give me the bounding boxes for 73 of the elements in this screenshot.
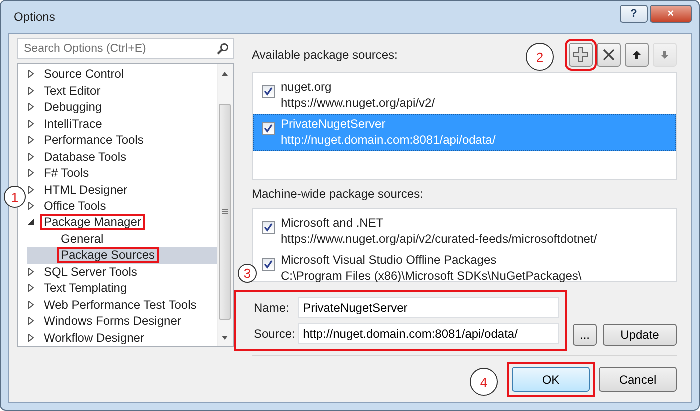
search-icon [216, 42, 229, 54]
source-url: https://www.nuget.org/api/v2/curated-feeds/microsoftdotnet/ [280, 231, 598, 247]
search-input[interactable]: Search Options (Ctrl+E) [22, 42, 202, 56]
tree-item[interactable]: Debugging [27, 98, 217, 116]
source-item[interactable]: Microsoft and .NET https://www.nuget.org/api/v2/curated-feeds/microsoftdotnet/ [252, 213, 676, 250]
source-url: C:\Program Files (x86)\Microsoft SDKs\NuGetPackages\ [280, 268, 582, 284]
grip-icon [222, 209, 228, 215]
field-label: Name: [254, 300, 290, 314]
tree-label: Office Tools [43, 198, 108, 213]
tree-label: Package Sources [58, 248, 158, 262]
tree-label: F# Tools [43, 166, 90, 180]
tree-label: Windows Forms Designer [43, 314, 182, 328]
update-button[interactable]: Update [603, 324, 677, 346]
scroll-up-icon[interactable] [221, 70, 230, 78]
tree-item[interactable]: Package Sources [27, 247, 217, 264]
tree-item[interactable]: Text Templating [27, 280, 217, 297]
tree-item[interactable]: IntelliTrace [27, 115, 217, 132]
up-arrow-icon [632, 50, 642, 60]
tree-label: Performance Tools [43, 133, 145, 148]
tree-label: Text Templating [43, 281, 128, 296]
checkbox[interactable] [262, 85, 275, 98]
tree-label: Web Performance Test Tools [43, 298, 198, 312]
source-name: Microsoft Visual Studio Offline Packages [280, 252, 498, 268]
search-field[interactable]: Search Options (Ctrl+E) [17, 38, 234, 59]
tree-label: Database Tools [43, 150, 128, 164]
checkbox[interactable] [262, 221, 275, 234]
tree-item[interactable]: HTML Designer [27, 181, 217, 198]
checkbox[interactable] [262, 258, 275, 271]
source-field[interactable]: http://nuget.domain.com:8081/api/odata/ [298, 323, 559, 344]
tree-label: General [60, 232, 105, 246]
ok-button[interactable]: OK [512, 367, 590, 392]
tree-item[interactable]: SQL Server Tools [27, 264, 217, 280]
name-field[interactable]: PrivateNugetServer [298, 297, 559, 318]
section-label: Available package sources: [252, 48, 398, 62]
tree-item[interactable]: General [27, 230, 217, 248]
tree-item[interactable]: Text Editor [27, 82, 217, 99]
scroll-down-icon[interactable] [221, 334, 230, 342]
checkbox[interactable] [262, 122, 275, 135]
source-url: http://nuget.domain.com:8081/api/odata/ [280, 132, 496, 148]
collapse-icon[interactable] [27, 218, 35, 226]
section-label: Machine-wide package sources: [252, 187, 424, 201]
source-url: https://www.nuget.org/api/v2/ [280, 95, 436, 111]
up-button[interactable] [625, 43, 649, 67]
tree-item[interactable]: Database Tools [27, 148, 217, 165]
tree-item[interactable]: Package Manager [27, 214, 217, 231]
close-icon [602, 48, 616, 62]
tree-item[interactable]: Performance Tools [27, 132, 217, 148]
source-name: nuget.org [280, 79, 333, 95]
window-title: Options [14, 10, 56, 24]
tree-label: Source Control [43, 67, 126, 82]
source-item[interactable]: nuget.org https://www.nuget.org/api/v2/ [252, 77, 676, 114]
tree-item[interactable]: Web Performance Test Tools [27, 296, 217, 314]
tree-item[interactable]: Source Control [27, 66, 217, 82]
help-button[interactable]: ? [620, 5, 648, 23]
source-name: Microsoft and .NET [280, 215, 385, 231]
tree-label: IntelliTrace [43, 116, 104, 131]
plus-icon [573, 47, 589, 63]
source-name: PrivateNugetServer [280, 116, 387, 132]
field-label: Source: [254, 326, 296, 340]
tree-item[interactable]: F# Tools [27, 164, 217, 182]
tree-item[interactable]: Office Tools [27, 198, 217, 214]
tree-label: HTML Designer [43, 182, 129, 197]
cancel-button[interactable]: Cancel [599, 367, 677, 392]
tree-label: Workflow Designer [43, 330, 146, 345]
down-arrow-icon [660, 50, 670, 60]
tree-label: SQL Server Tools [43, 264, 138, 279]
tree-label: Text Editor [43, 84, 102, 98]
browse-button[interactable]: ... [572, 324, 597, 346]
remove-button[interactable] [597, 43, 621, 67]
tree-label: Package Manager [41, 215, 144, 230]
tree-item[interactable]: Workflow Designer [27, 330, 217, 346]
tree-label: Debugging [43, 100, 104, 114]
tree-item[interactable]: Windows Forms Designer [27, 313, 217, 330]
